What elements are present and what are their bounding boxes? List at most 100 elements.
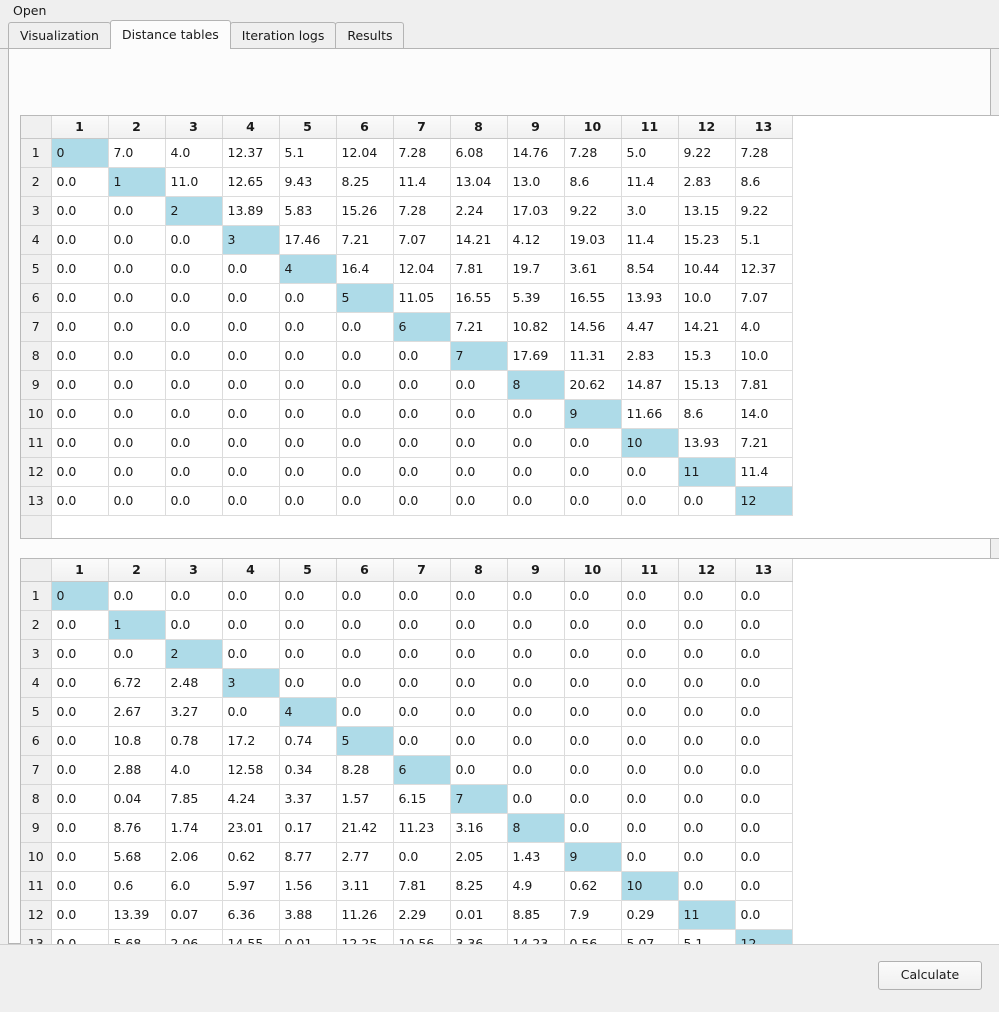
data-cell[interactable]: 2.05: [450, 842, 508, 872]
data-cell[interactable]: 0.0: [621, 639, 679, 669]
data-cell[interactable]: 0.0: [108, 428, 166, 458]
data-cell[interactable]: 0.0: [507, 486, 565, 516]
data-cell[interactable]: 0.34: [279, 755, 337, 785]
data-cell[interactable]: 5.83: [279, 196, 337, 226]
data-cell[interactable]: 0.0: [564, 784, 622, 814]
data-cell[interactable]: 0.0: [51, 668, 109, 698]
data-cell[interactable]: 0.6: [108, 871, 166, 901]
data-cell[interactable]: 0.0: [108, 399, 166, 429]
data-cell[interactable]: 0.0: [621, 697, 679, 727]
data-cell[interactable]: 14.21: [678, 312, 736, 342]
data-cell[interactable]: 0.0: [621, 486, 679, 516]
data-cell[interactable]: 14.76: [507, 138, 565, 168]
data-cell[interactable]: 0.0: [165, 428, 223, 458]
data-cell[interactable]: 0.0: [393, 639, 451, 669]
data-cell[interactable]: 0.0: [450, 428, 508, 458]
calculate-button[interactable]: Calculate: [878, 961, 982, 990]
column-header-8[interactable]: 8: [450, 559, 508, 582]
data-cell[interactable]: 2.77: [336, 842, 394, 872]
data-cell[interactable]: 0.0: [621, 842, 679, 872]
data-cell[interactable]: 9.43: [279, 167, 337, 197]
data-cell[interactable]: 0.0: [108, 486, 166, 516]
data-cell[interactable]: 0.0: [51, 370, 109, 400]
data-cell[interactable]: 7.21: [450, 312, 508, 342]
data-cell[interactable]: 0.0: [108, 457, 166, 487]
data-cell[interactable]: 0.0: [564, 581, 622, 611]
data-cell[interactable]: 0.0: [393, 457, 451, 487]
data-cell[interactable]: 16.55: [450, 283, 508, 313]
data-cell[interactable]: 0.0: [51, 225, 109, 255]
data-cell[interactable]: 0.0: [678, 813, 736, 843]
row-header-13[interactable]: 13: [21, 486, 52, 516]
data-cell[interactable]: 12.04: [336, 138, 394, 168]
menu-item-open[interactable]: Open: [9, 2, 50, 19]
data-cell[interactable]: 10.44: [678, 254, 736, 284]
data-cell[interactable]: 11.05: [393, 283, 451, 313]
data-cell[interactable]: 14.56: [564, 312, 622, 342]
data-cell[interactable]: 0.0: [336, 668, 394, 698]
data-cell[interactable]: 0.0: [165, 610, 223, 640]
data-cell[interactable]: 17.46: [279, 225, 337, 255]
diagonal-cell[interactable]: 9: [564, 842, 622, 872]
data-cell[interactable]: 0.0: [507, 457, 565, 487]
data-cell[interactable]: 0.0: [108, 639, 166, 669]
data-cell[interactable]: 0.0: [108, 581, 166, 611]
diagonal-cell[interactable]: 8: [507, 370, 565, 400]
data-cell[interactable]: 3.0: [621, 196, 679, 226]
data-cell[interactable]: 6.15: [393, 784, 451, 814]
data-cell[interactable]: 0.0: [450, 457, 508, 487]
data-cell[interactable]: 0.0: [564, 813, 622, 843]
data-cell[interactable]: 0.0: [564, 668, 622, 698]
data-cell[interactable]: 5.1: [735, 225, 793, 255]
data-cell[interactable]: 9.22: [678, 138, 736, 168]
data-cell[interactable]: 0.0: [222, 370, 280, 400]
data-cell[interactable]: 17.69: [507, 341, 565, 371]
data-cell[interactable]: 0.0: [678, 486, 736, 516]
data-cell[interactable]: 0.0: [222, 581, 280, 611]
diagonal-cell[interactable]: 11: [678, 900, 736, 930]
data-cell[interactable]: 0.29: [621, 900, 679, 930]
distance-table-upper-frame[interactable]: 1 2 3 4 5 6 7 8 9 10 11 12 13 1 0 7.0 4.0 12.37 5.1 12.04 7.…: [20, 115, 999, 539]
data-cell[interactable]: 0.0: [51, 254, 109, 284]
data-cell[interactable]: 0.0: [393, 486, 451, 516]
data-cell[interactable]: 5.0: [621, 138, 679, 168]
data-cell[interactable]: 12.37: [222, 138, 280, 168]
data-cell[interactable]: 0.0: [735, 610, 793, 640]
data-cell[interactable]: 6.0: [165, 871, 223, 901]
data-cell[interactable]: 6.08: [450, 138, 508, 168]
data-cell[interactable]: 0.0: [621, 610, 679, 640]
column-header-3[interactable]: 3: [165, 559, 223, 582]
data-cell[interactable]: 0.04: [108, 784, 166, 814]
data-cell[interactable]: 0.0: [678, 639, 736, 669]
data-cell[interactable]: 0.0: [165, 581, 223, 611]
data-cell[interactable]: 0.0: [621, 581, 679, 611]
data-cell[interactable]: 0.0: [279, 610, 337, 640]
data-cell[interactable]: 12.04: [393, 254, 451, 284]
row-header-11[interactable]: 11: [21, 428, 52, 458]
data-cell[interactable]: 0.0: [678, 871, 736, 901]
diagonal-cell[interactable]: 6: [393, 312, 451, 342]
row-header-10[interactable]: 10: [21, 842, 52, 872]
data-cell[interactable]: 2.48: [165, 668, 223, 698]
data-cell[interactable]: 0.0: [450, 399, 508, 429]
data-cell[interactable]: 6.72: [108, 668, 166, 698]
diagonal-cell[interactable]: 3: [222, 225, 280, 255]
data-cell[interactable]: 0.0: [222, 697, 280, 727]
data-cell[interactable]: 0.0: [51, 167, 109, 197]
data-cell[interactable]: 0.0: [222, 399, 280, 429]
distance-table-lower-frame[interactable]: 1 2 3 4 5 6 7 8 9 10 11 12 13 1 0 0.0 0.0 0.0 0.0 0.0 0.0 0.0…: [20, 558, 999, 982]
data-cell[interactable]: 0.62: [222, 842, 280, 872]
column-header-6[interactable]: 6: [336, 559, 394, 582]
data-cell[interactable]: 0.0: [279, 639, 337, 669]
data-cell[interactable]: 5.39: [507, 283, 565, 313]
data-cell[interactable]: 4.24: [222, 784, 280, 814]
data-cell[interactable]: 2.06: [165, 842, 223, 872]
data-cell[interactable]: 0.0: [51, 639, 109, 669]
data-cell[interactable]: 0.0: [51, 428, 109, 458]
data-cell[interactable]: 7.07: [393, 225, 451, 255]
data-cell[interactable]: 0.0: [51, 784, 109, 814]
data-cell[interactable]: 4.0: [165, 755, 223, 785]
data-cell[interactable]: 0.01: [450, 900, 508, 930]
distance-table-lower[interactable]: 1 2 3 4 5 6 7 8 9 10 11 12 13 1 0 0.0 0.0 0.0 0.0 0.0 0.0 0.0…: [21, 559, 793, 981]
column-header-11[interactable]: 11: [621, 116, 679, 139]
